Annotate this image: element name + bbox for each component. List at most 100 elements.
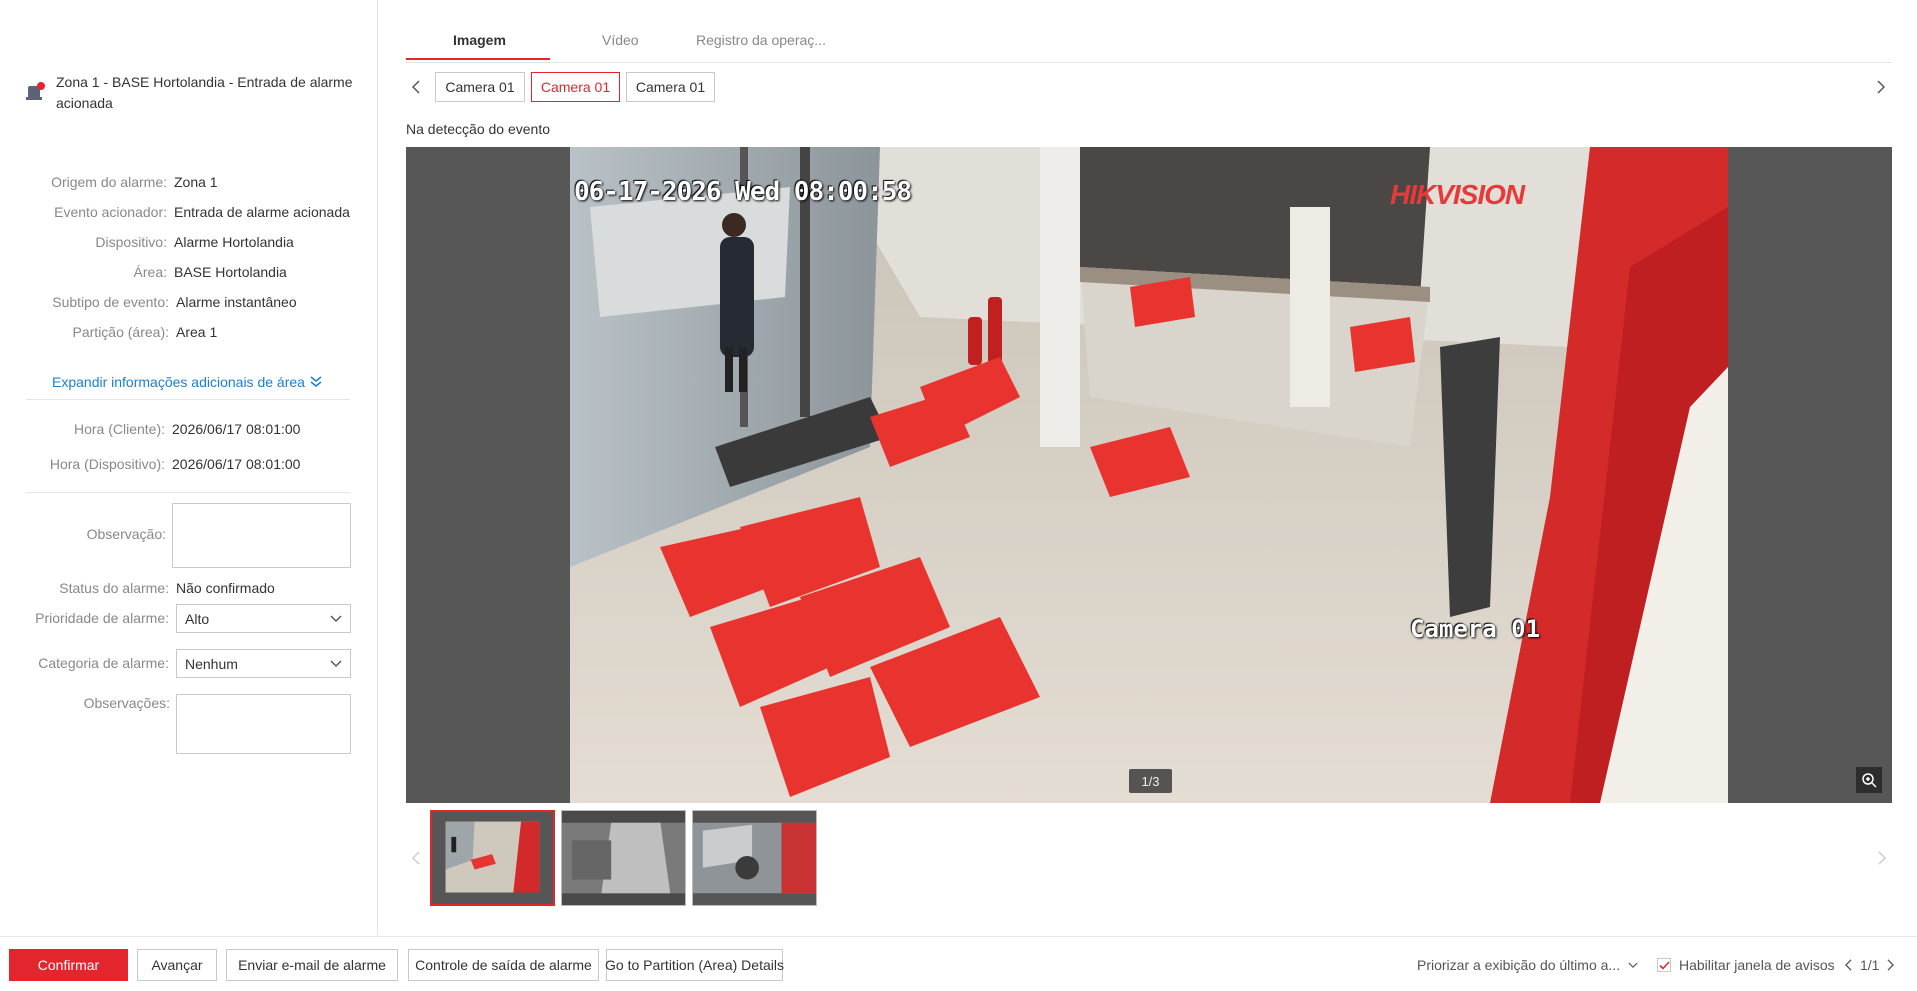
priority-select-value: Alto: [185, 610, 210, 627]
subtype-label: Subtipo de evento:: [52, 294, 169, 310]
double-chevron-down-icon: [310, 376, 322, 387]
priority-row: Prioridade de alarme:: [0, 610, 176, 626]
partition-label: Partição (área):: [72, 324, 169, 340]
send-email-button[interactable]: Enviar e-mail de alarme: [226, 949, 398, 981]
prioritize-dropdown[interactable]: Priorizar a exibição do último a...: [1417, 949, 1638, 981]
status-row: Status do alarme: Não confirmado: [0, 580, 275, 596]
partition-value: Area 1: [176, 324, 218, 340]
zoom-button[interactable]: [1856, 767, 1882, 793]
image-viewer: 06-17-2026 Wed 08:00:58 HIKVISION Camera…: [406, 147, 1892, 803]
thumbnail-strip: [406, 810, 1892, 906]
prioritize-label: Priorizar a exibição do último a...: [1417, 957, 1621, 973]
expand-area-info-link[interactable]: Expandir informações adicionais de área: [52, 374, 322, 390]
zoom-in-icon: [1862, 773, 1877, 788]
remarks-label: Observações:: [83, 695, 170, 711]
remarks-textarea[interactable]: [176, 694, 351, 754]
partition-details-button[interactable]: Go to Partition (Area) Details: [605, 949, 784, 981]
alarm-input-icon: [26, 82, 45, 100]
confirm-button[interactable]: Confirmar: [9, 949, 128, 981]
client-time-label: Hora (Cliente):: [73, 421, 165, 437]
area-label: Área:: [133, 264, 167, 280]
divider: [26, 399, 350, 400]
camera-prev-button[interactable]: [406, 77, 426, 97]
enable-popup-toggle[interactable]: Habilitar janela de avisos: [1657, 949, 1835, 981]
popup-page-indicator: 1/1: [1860, 957, 1880, 973]
chevron-left-icon: [412, 80, 420, 94]
media-tabs: Imagem Vídeo Registro da operaç...: [406, 24, 1892, 63]
tab-operation-log[interactable]: Registro da operaç...: [696, 32, 826, 48]
client-time-value: 2026/06/17 08:01:00: [172, 421, 301, 437]
chevron-down-icon: [1628, 962, 1638, 968]
enable-popup-checkbox[interactable]: [1657, 958, 1671, 972]
thumbnail[interactable]: [430, 810, 555, 906]
event-label: Evento acionador:: [54, 204, 167, 220]
priority-label: Prioridade de alarme:: [35, 610, 169, 626]
camera-selector: Camera 01 Camera 01 Camera 01: [406, 72, 1892, 102]
status-label: Status do alarme:: [59, 580, 169, 596]
observation-textarea[interactable]: [172, 503, 351, 568]
osd-brand-logo: HIKVISION: [1390, 179, 1525, 210]
subtype-value: Alarme instantâneo: [176, 294, 297, 310]
status-value: Não confirmado: [176, 580, 275, 596]
thumbnail-prev-button[interactable]: [406, 848, 426, 868]
thumbnail-next-button[interactable]: [1872, 848, 1892, 868]
chevron-right-icon[interactable]: [1887, 959, 1895, 971]
camera-button[interactable]: Camera 01: [435, 72, 525, 102]
origin-value: Zona 1: [174, 174, 218, 190]
image-pager: 1/3: [1129, 769, 1172, 793]
divider: [26, 492, 350, 493]
remarks-row: Observações:: [0, 695, 177, 711]
expand-area-info-label: Expandir informações adicionais de área: [52, 374, 305, 390]
thumbnail[interactable]: [692, 810, 817, 906]
osd-camera-name: Camera 01: [1410, 615, 1541, 643]
origin-row: Origem do alarme: Zona 1: [0, 174, 218, 190]
snapshot-image: [570, 147, 1728, 803]
action-footer: Confirmar Avançar Enviar e-mail de alarm…: [0, 936, 1917, 991]
chevron-right-icon: [1878, 851, 1886, 865]
camera-next-button[interactable]: [1871, 77, 1891, 97]
observation-label: Observação:: [86, 526, 166, 542]
thumbnail-image: [432, 812, 553, 904]
device-time-label: Hora (Dispositivo):: [49, 456, 165, 472]
category-select[interactable]: Nenhum: [176, 649, 351, 678]
device-row: Dispositivo: Alarme Hortolandia: [0, 234, 294, 250]
chevron-down-icon: [330, 660, 342, 667]
osd-timestamp: 06-17-2026 Wed 08:00:58: [574, 177, 912, 207]
partition-row: Partição (área): Area 1: [0, 324, 218, 340]
event-row: Evento acionador: Entrada de alarme acio…: [0, 204, 350, 220]
thumbnail-image: [562, 811, 685, 905]
checkmark-icon: [1658, 960, 1670, 970]
tab-image[interactable]: Imagem: [453, 32, 506, 48]
chevron-left-icon[interactable]: [1845, 959, 1852, 971]
alarm-details-panel: Zona 1 - BASE Hortolandia - Entrada de a…: [0, 0, 378, 935]
device-value: Alarme Hortolandia: [174, 234, 294, 250]
alarm-header: Zona 1 - BASE Hortolandia - Entrada de a…: [26, 72, 356, 114]
category-select-value: Nenhum: [185, 655, 238, 672]
popup-pager: 1/1: [1845, 949, 1895, 981]
area-value: BASE Hortolandia: [174, 264, 287, 280]
camera-button[interactable]: Camera 01: [626, 72, 715, 102]
enable-popup-label: Habilitar janela de avisos: [1679, 957, 1835, 973]
alarm-title: Zona 1 - BASE Hortolandia - Entrada de a…: [56, 74, 353, 111]
event-caption: Na detecção do evento: [406, 121, 550, 137]
category-row: Categoria de alarme:: [0, 655, 176, 671]
thumbnail-image: [693, 811, 816, 905]
chevron-down-icon: [330, 615, 342, 622]
observation-row: Observação:: [0, 526, 173, 542]
origin-label: Origem do alarme:: [51, 174, 167, 190]
device-time-value: 2026/06/17 08:01:00: [172, 456, 301, 472]
chevron-right-icon: [1877, 80, 1885, 94]
area-row: Área: BASE Hortolandia: [0, 264, 287, 280]
client-time-row: Hora (Cliente): 2026/06/17 08:01:00: [0, 421, 301, 437]
tab-video[interactable]: Vídeo: [602, 32, 639, 48]
chevron-left-icon: [412, 851, 420, 865]
alarm-output-control-button[interactable]: Controle de saída de alarme: [408, 949, 599, 981]
priority-select[interactable]: Alto: [176, 604, 351, 633]
camera-button-active[interactable]: Camera 01: [531, 72, 620, 102]
thumbnail[interactable]: [561, 810, 686, 906]
next-button[interactable]: Avançar: [137, 949, 217, 981]
event-value: Entrada de alarme acionada: [174, 204, 350, 220]
device-time-row: Hora (Dispositivo): 2026/06/17 08:01:00: [0, 456, 301, 472]
camera-snapshot[interactable]: 06-17-2026 Wed 08:00:58 HIKVISION Camera…: [570, 147, 1728, 803]
active-tab-indicator: [406, 58, 550, 60]
